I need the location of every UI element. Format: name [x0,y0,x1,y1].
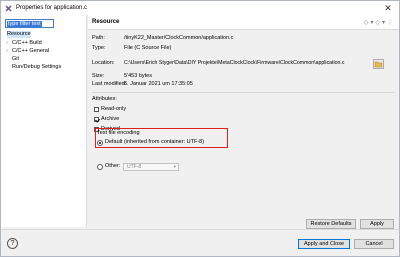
path-label: Path: [92,35,105,41]
archive-checkbox[interactable]: Archive [94,116,119,123]
encoding-combo-value: UTF-8 [127,164,142,170]
location-value: C:\Users\Erich Styger\Data\DIY Projekte\… [124,60,345,66]
other-encoding-radio[interactable]: Other: [97,163,120,170]
radio-label: Default (inherited from container: UTF-8… [105,139,205,145]
tree-item-label: Run/Debug Settings [12,64,62,70]
menu-icon[interactable]: ⋮ [387,19,393,26]
apply-button[interactable]: Apply [360,219,394,229]
window-title: Properties for application.c [16,5,88,11]
tree-item-label: C/C++ General [12,48,49,54]
tree-item-run-debug[interactable]: Run/Debug Settings [12,64,61,71]
chevron-down-icon[interactable]: ▾ [370,19,373,26]
forward-icon[interactable]: ◇ [375,19,380,26]
path-value: /tinyK22_Master/ClockCommon/application.… [124,35,234,41]
location-label: Location: [92,60,115,66]
page-nav-icons: ◇ ▾ ◇ ▾ ⋮ [364,19,393,26]
radio-label: Other: [105,163,121,169]
chevron-right-icon[interactable]: › [6,48,8,55]
apply-and-close-button[interactable]: Apply and Close [298,239,350,249]
filter-input-text: type filter text [7,21,42,27]
tree-item-label: Resource [7,31,31,37]
encoding-label: Text file encoding [97,130,140,136]
default-encoding-radio[interactable]: Default (inherited from container: UTF-8… [97,139,204,146]
close-icon[interactable]: ✕ [382,2,394,14]
checkbox-box [94,117,99,122]
properties-dialog: Properties for application.c ✕ type filt… [0,0,400,257]
type-label: Type: [92,45,106,51]
tree-item-cpp-build[interactable]: C/C++ Build [12,40,42,47]
read-only-checkbox[interactable]: Read-only [94,106,126,113]
tree-item-label: C/C++ Build [12,40,42,46]
back-icon[interactable]: ◇ [364,19,369,26]
page-header: Resource ◇ ▾ ◇ ▾ ⋮ [88,15,399,30]
size-label: Size: [92,73,105,79]
tree-item-cpp-general[interactable]: C/C++ General [12,48,49,55]
type-value: File (C Source File) [124,45,172,51]
restore-defaults-button[interactable]: Restore Defaults [306,219,356,229]
encoding-combo[interactable]: UTF-8 ▾ [123,163,179,171]
last-modified-label: Last modified: [92,81,127,87]
tree-item-resource[interactable]: Resource [7,31,31,38]
chevron-right-icon[interactable]: › [6,40,8,47]
radio-circle [97,139,103,146]
help-icon[interactable]: ? [7,238,18,249]
page-title: Resource [92,19,120,25]
chevron-down-icon[interactable]: ▾ [382,19,385,26]
last-modified-value: 6. Januar 2021 um 17:35:05 [124,81,193,87]
cancel-button[interactable]: Cancel [354,239,394,249]
show-in-explorer-button[interactable] [373,59,384,69]
attributes-label: Attributes: [92,96,117,102]
tree-item-git[interactable]: Git [12,56,19,63]
filter-input[interactable]: type filter text [5,19,54,28]
radio-circle [97,163,103,170]
preference-tree-panel: type filter text Resource › C/C++ Build … [1,15,87,227]
title-bar: Properties for application.c ✕ [1,1,399,15]
tree-item-label: Git [12,56,20,62]
eclipse-app-icon [5,5,12,12]
size-value: 5'453 bytes [124,73,152,79]
resource-page: Resource ◇ ▾ ◇ ▾ ⋮ Path: /tinyK22_Master… [88,15,399,229]
folder-icon [374,61,383,68]
checkbox-box [94,107,99,112]
checkbox-label: Archive [101,116,120,122]
dialog-footer: ? Apply and Close Cancel [1,229,399,256]
divider [92,92,395,93]
checkbox-label: Read-only [101,106,127,112]
chevron-down-icon: ▾ [173,164,176,169]
